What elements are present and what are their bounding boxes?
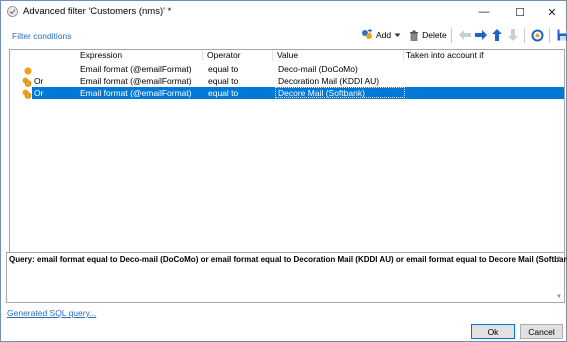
advanced-filter-window: Advanced filter 'Customers (nms)' * — ☐ … bbox=[0, 0, 567, 342]
delete-button[interactable]: Delete bbox=[409, 26, 447, 44]
add-icon bbox=[362, 29, 372, 39]
close-button[interactable]: ✕ bbox=[537, 1, 567, 23]
row-value: Deco-mail (DoCoMo) bbox=[278, 64, 358, 74]
arrow-left-icon[interactable] bbox=[458, 27, 472, 43]
row-logical-operator: Or bbox=[34, 76, 44, 86]
conditions-grid[interactable]: Expression Operator Value Taken into acc… bbox=[9, 49, 565, 273]
refresh-icon[interactable] bbox=[531, 27, 545, 43]
row-operator: equal to bbox=[208, 88, 239, 98]
dropdown-arrow-icon[interactable] bbox=[394, 33, 401, 38]
cancel-button[interactable]: Cancel bbox=[520, 324, 563, 339]
save-icon[interactable] bbox=[556, 27, 567, 43]
column-header-taken-into-account[interactable]: Taken into account if bbox=[406, 50, 484, 62]
column-header-expression[interactable]: Expression bbox=[80, 50, 122, 62]
arrow-up-icon[interactable] bbox=[490, 27, 504, 43]
title-bar[interactable]: Advanced filter 'Customers (nms)' * — ☐ … bbox=[1, 1, 566, 23]
column-separator bbox=[202, 50, 203, 61]
row-expression: Email format (@emailFormat) bbox=[80, 88, 192, 98]
row-value: Decoration Mail (KDDI AU) bbox=[278, 76, 380, 86]
toolbar-separator bbox=[548, 27, 550, 43]
toolbar-separator bbox=[450, 27, 452, 43]
maximize-button[interactable]: ☐ bbox=[505, 1, 535, 23]
filter-conditions-label: Filter conditions bbox=[12, 31, 72, 41]
row-expression: Email format (@emailFormat) bbox=[80, 76, 192, 86]
column-header-value[interactable]: Value bbox=[277, 50, 298, 62]
column-separator bbox=[403, 50, 404, 61]
delete-icon bbox=[410, 30, 419, 41]
minimize-button[interactable]: — bbox=[469, 1, 499, 23]
row-operator: equal to bbox=[208, 64, 239, 74]
ok-button[interactable]: Ok bbox=[471, 324, 515, 339]
generated-sql-query-link[interactable]: Generated SQL query... bbox=[7, 308, 96, 318]
row-operator: equal to bbox=[208, 76, 239, 86]
condition-row[interactable]: Or Email format (@emailFormat) equal to … bbox=[10, 75, 564, 87]
row-logical-operator: Or bbox=[34, 88, 44, 98]
app-icon bbox=[7, 6, 18, 17]
column-separator bbox=[272, 50, 273, 61]
column-header-operator[interactable]: Operator bbox=[207, 50, 241, 62]
window-title: Advanced filter 'Customers (nms)' * bbox=[23, 6, 172, 17]
minimize-icon: — bbox=[478, 6, 490, 18]
delete-label: Delete bbox=[422, 30, 447, 40]
add-button[interactable]: Add bbox=[361, 26, 401, 44]
row-expression: Email format (@emailFormat) bbox=[80, 64, 192, 74]
arrow-down-icon[interactable] bbox=[506, 27, 520, 43]
arrow-right-icon[interactable] bbox=[474, 27, 488, 43]
query-summary-box[interactable]: Query: email format equal to Deco-mail (… bbox=[6, 252, 567, 303]
maximize-icon: ☐ bbox=[515, 6, 525, 19]
scroll-up-icon[interactable]: ▲ bbox=[556, 255, 562, 261]
query-summary-text: Query: email format equal to Deco-mail (… bbox=[9, 255, 567, 264]
toolbar-separator bbox=[523, 27, 525, 43]
scroll-down-icon[interactable]: ▼ bbox=[556, 294, 562, 300]
dialog-content: Filter conditions Add Delete Expression … bbox=[1, 23, 567, 341]
row-value: Decore Mail (Softbank) bbox=[278, 88, 365, 98]
condition-row[interactable]: Email format (@emailFormat) equal to Dec… bbox=[10, 63, 564, 75]
toolbar: Add Delete bbox=[361, 26, 567, 44]
condition-row-selected[interactable]: Or Email format (@emailFormat) equal to … bbox=[10, 87, 564, 99]
close-icon: ✕ bbox=[547, 6, 557, 19]
or-condition-icon bbox=[22, 89, 32, 99]
add-label: Add bbox=[376, 30, 392, 40]
